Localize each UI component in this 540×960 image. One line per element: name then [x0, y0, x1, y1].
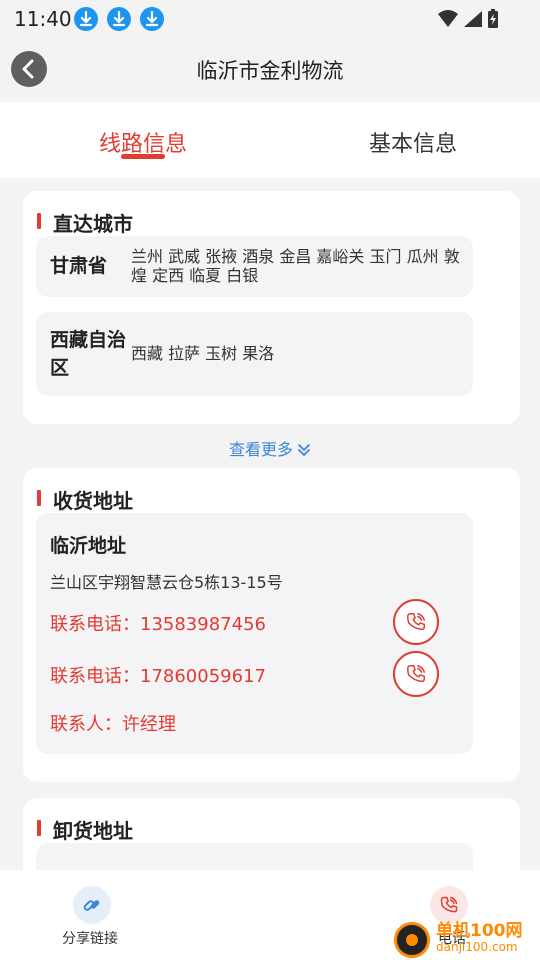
header: 临沂市金利物流 [0, 38, 540, 102]
status-icons [436, 8, 500, 34]
active-tab-indicator [121, 154, 165, 159]
link-icon [83, 900, 100, 911]
address-place-name: 临沂地址 [50, 535, 127, 557]
watermark-url: danji100.com [436, 940, 518, 954]
province-cities: 西藏 拉萨 玉树 果洛 [131, 344, 275, 363]
section-title: 卸货地址 [53, 819, 133, 843]
phone-icon [407, 665, 425, 683]
province-name-line: 西藏自治 [50, 329, 127, 351]
address-item: 临沂地址 兰山区宇翔智慧云仓5栋13-15号 联系电话：13583987456 … [36, 513, 473, 754]
tab-bar: 线路信息 基本信息 [0, 102, 540, 178]
province-name-line: 区 [50, 357, 70, 379]
section-accent-bar [37, 820, 41, 836]
contact-phone: 联系电话：13583987456 [50, 610, 266, 636]
contact-phone-label: 联系电话： [50, 614, 140, 635]
province-item: 甘肃省 兰州 武威 张掖 酒泉 金昌 嘉峪关 玉门 瓜州 敦煌 定西 临夏 白银 [36, 236, 473, 297]
contact-phone-number: 17860059617 [140, 666, 266, 687]
watermark-title: 单机100网 [436, 921, 523, 941]
province-name: 甘肃省 [50, 255, 108, 277]
contact-person-label: 联系人： [50, 714, 122, 735]
double-chevron-down-icon [297, 442, 311, 461]
direct-cities-card: 直达城市 甘肃省 兰州 武威 张掖 酒泉 金昌 嘉峪关 玉门 瓜州 敦煌 定西 … [23, 191, 520, 424]
contact-phone-label: 联系电话： [50, 666, 140, 687]
signal-icon [464, 11, 482, 27]
province-name: 西藏自治 区 [50, 326, 126, 382]
download-icon [140, 7, 164, 31]
call-button[interactable] [393, 651, 439, 697]
tab-basic-info[interactable]: 基本信息 [313, 126, 513, 158]
status-bar: 11:40 [0, 0, 540, 38]
watermark-logo-icon [394, 922, 430, 958]
wifi-icon [438, 10, 458, 27]
province-cities: 兰州 武威 张掖 酒泉 金昌 嘉峪关 玉门 瓜州 敦煌 定西 临夏 白银 [131, 247, 460, 285]
share-link-label[interactable]: 分享链接 [62, 928, 118, 948]
page-title: 临沂市金利物流 [196, 59, 344, 83]
share-link-button[interactable] [73, 886, 111, 924]
battery-charging-icon [488, 9, 498, 28]
download-icon [107, 7, 131, 31]
unload-address-card: 卸货地址 [23, 798, 520, 870]
status-time: 11:40 [14, 7, 72, 31]
contact-person-name: 许经理 [122, 714, 176, 735]
receive-address-card: 收货地址 临沂地址 兰山区宇翔智慧云仓5栋13-15号 联系电话：1358398… [23, 468, 520, 782]
see-more-link[interactable]: 查看更多 [0, 436, 540, 461]
section-title: 收货地址 [53, 489, 133, 513]
contact-phone-number: 13583987456 [140, 614, 266, 635]
section-accent-bar [37, 490, 41, 506]
see-more-label: 查看更多 [228, 440, 293, 459]
call-button[interactable] [393, 599, 439, 645]
section-title: 直达城市 [53, 212, 133, 236]
province-item: 西藏自治 区 西藏 拉萨 玉树 果洛 [36, 312, 473, 396]
address-item [36, 843, 473, 870]
watermark: 单机100网 danji100.com [392, 908, 540, 960]
phone-icon [407, 613, 425, 631]
address-text: 兰山区宇翔智慧云仓5栋13-15号 [50, 573, 283, 592]
contact-phone: 联系电话：17860059617 [50, 662, 266, 688]
section-accent-bar [37, 213, 41, 229]
contact-person: 联系人：许经理 [50, 710, 176, 736]
download-icon [74, 7, 98, 31]
